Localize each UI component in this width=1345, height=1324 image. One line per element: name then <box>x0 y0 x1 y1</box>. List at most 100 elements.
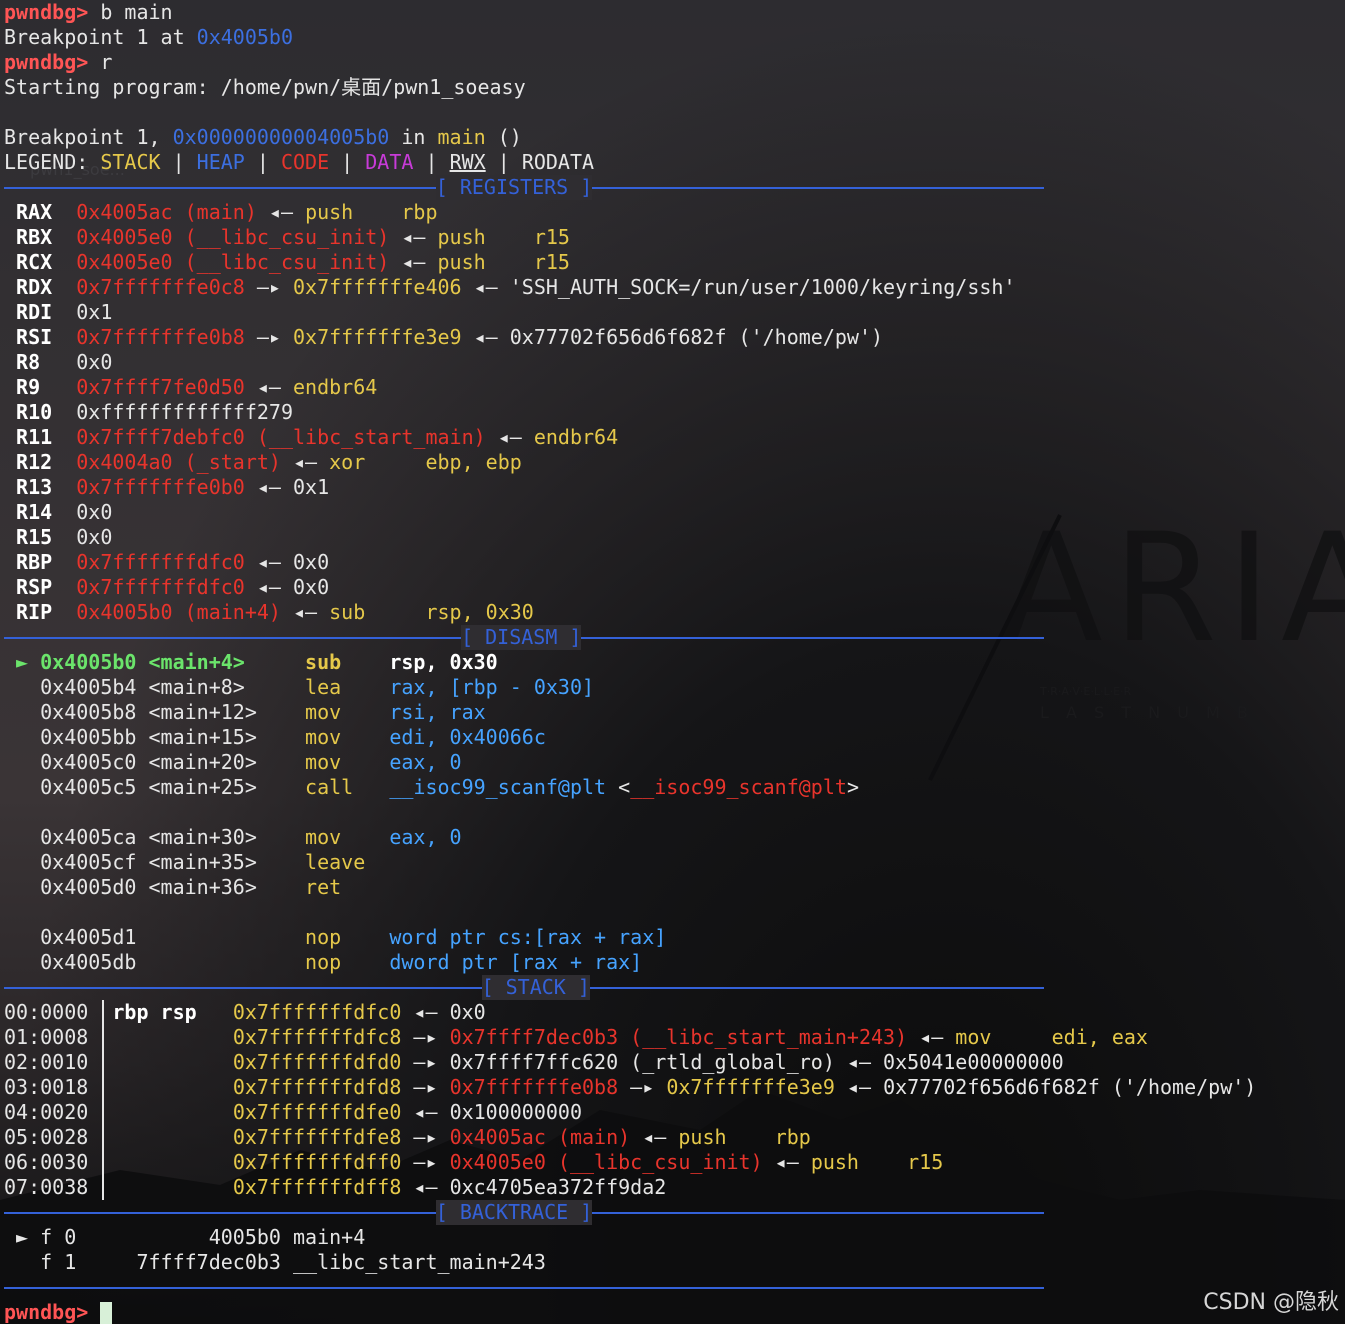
register-row-r14: R14 0x0 <box>4 500 112 525</box>
instr-op: mov <box>305 699 390 724</box>
pointer-arrow: ◂— <box>244 474 294 499</box>
register-value: 0x4005e0 (__libc_csu_init) <box>76 249 390 274</box>
stack-address: 0x7fffffffdff8 <box>232 1174 402 1199</box>
register-value: 0x4005ac (main) <box>76 199 257 224</box>
stack-offset: 06:0030 <box>4 1149 89 1174</box>
register-value: 0x7ffff7debfc0 (__libc_start_main) <box>76 424 486 449</box>
register-content: 0x0 <box>293 549 330 574</box>
disasm-header: [ DISASM ] <box>461 624 582 650</box>
address: 0x4005b0 <box>196 24 293 49</box>
register-row-rdx: RDX 0x7fffffffe0c8 —▸ 0x7fffffffe406 ◂— … <box>4 274 1015 300</box>
stack-offset: 02:0010 <box>4 1049 89 1074</box>
stack-address: 0x7fffffffdfc8 <box>232 1024 402 1049</box>
stack-regs <box>112 1075 208 1099</box>
stack-regs <box>112 1150 208 1174</box>
disasm-row: 0x4005c5 <main+25> call __isoc99_scanf@p… <box>4 775 859 800</box>
current-marker <box>4 950 40 974</box>
stack-regs: rbp rsp <box>112 999 209 1024</box>
frame-symbol: main+4 <box>293 1224 366 1249</box>
register-name: R8 <box>16 349 77 374</box>
register-content: 0x0 <box>293 574 330 599</box>
pointer-arrow: ◂— <box>401 999 450 1024</box>
current-marker <box>4 750 40 774</box>
csdn-watermark: CSDN @隐秋 <box>1203 1290 1339 1315</box>
pointer-arrow: ◂— <box>834 1049 884 1074</box>
register-name: RIP <box>16 599 77 624</box>
footer-rule <box>4 1286 1044 1289</box>
stack-content: 0x0 <box>449 999 486 1024</box>
command-text: b main <box>88 0 173 24</box>
disasm-row: 0x4005bb <main+15> mov edi, 0x40066c <box>4 725 546 750</box>
terminal-window[interactable]: ARIA T·R·A·V·E·L·L·E·R L A S T N U M B p… <box>0 0 1345 1324</box>
terminal-cursor[interactable] <box>100 1302 113 1324</box>
register-name: R10 <box>16 399 77 424</box>
pointer-arrow: —▸ <box>401 1049 450 1074</box>
register-value: 0x0 <box>76 499 113 524</box>
instr-address: 0x4005db <box>40 949 137 974</box>
legend-line: LEGEND: STACK | HEAP | CODE | DATA | RWX… <box>4 150 594 175</box>
instr-symbol: <main+25> <box>148 774 306 799</box>
pointer-arrow: —▸ <box>244 274 294 299</box>
register-row-rip: RIP 0x4005b0 (main+4) ◂— sub rsp, 0x30 <box>4 600 534 625</box>
backtrace-row: ► f 0 4005b0 main+4 <box>4 1225 365 1250</box>
instr-symbol <box>149 925 306 949</box>
instr-address: 0x4005d1 <box>40 924 137 949</box>
disasm-row: 0x4005c0 <main+20> mov eax, 0 <box>4 749 462 775</box>
register-content: xor ebp, ebp <box>329 449 522 474</box>
instr-op: ret <box>305 874 390 899</box>
frame-index: f 1 <box>40 1249 77 1274</box>
stack-address: 0x7fffffffdfe0 <box>232 1099 402 1124</box>
separator: | <box>413 149 450 174</box>
frame-address: 4005b0 <box>208 1224 281 1249</box>
current-marker <box>4 675 40 699</box>
backtrace-row: f 1 7ffff7dec0b3 __libc_start_main+243 <box>4 1250 546 1275</box>
stack-divider <box>101 999 104 1200</box>
instr-symbol: <main+8> <box>148 674 306 699</box>
legend-rwx: RWX <box>449 149 486 174</box>
register-deref: 0x7fffffffe406 <box>293 274 462 299</box>
stack-row: 03:0018 0x7fffffffdfd8 —▸ 0x7fffffffe0b8… <box>4 1075 1256 1100</box>
register-name: RDI <box>16 299 77 324</box>
message-text: () <box>485 124 522 149</box>
instr-symbol: <main+12> <box>148 699 306 724</box>
pointer-arrow: —▸ <box>618 1074 667 1099</box>
register-content: 0x1 <box>293 474 330 499</box>
pointer-arrow: —▸ <box>401 1149 450 1174</box>
legend-rodata: RODATA <box>521 149 595 174</box>
register-content: push r15 <box>437 249 570 274</box>
register-name: RCX <box>16 249 77 274</box>
instr-op: mov <box>305 749 390 774</box>
instr-args: eax, 0 <box>389 749 462 774</box>
pointer-arrow: —▸ <box>401 1074 450 1099</box>
pointer-arrow: —▸ <box>401 1124 450 1149</box>
register-value: 0x0 <box>76 524 113 549</box>
function-name: main <box>437 124 486 149</box>
instr-op: nop <box>305 949 390 974</box>
register-value: 0x7fffffffdfc0 <box>76 549 245 574</box>
instr-address: 0x4005d0 <box>40 874 137 899</box>
pointer-arrow: —▸ <box>244 324 294 349</box>
register-value: 0x7ffff7fe0d50 <box>76 374 245 399</box>
stack-row: 06:0030 0x7fffffffdff0 —▸ 0x4005e0 (__li… <box>4 1150 943 1175</box>
stack-address: 0x7fffffffdfd8 <box>232 1074 402 1099</box>
pointer-arrow: ◂— <box>834 1074 884 1099</box>
starting-line: Starting program: /home/pwn/桌面/pwn1_soea… <box>4 75 526 100</box>
separator: | <box>244 149 281 174</box>
register-row-rsp: RSP 0x7fffffffdfc0 ◂— 0x0 <box>4 575 329 600</box>
